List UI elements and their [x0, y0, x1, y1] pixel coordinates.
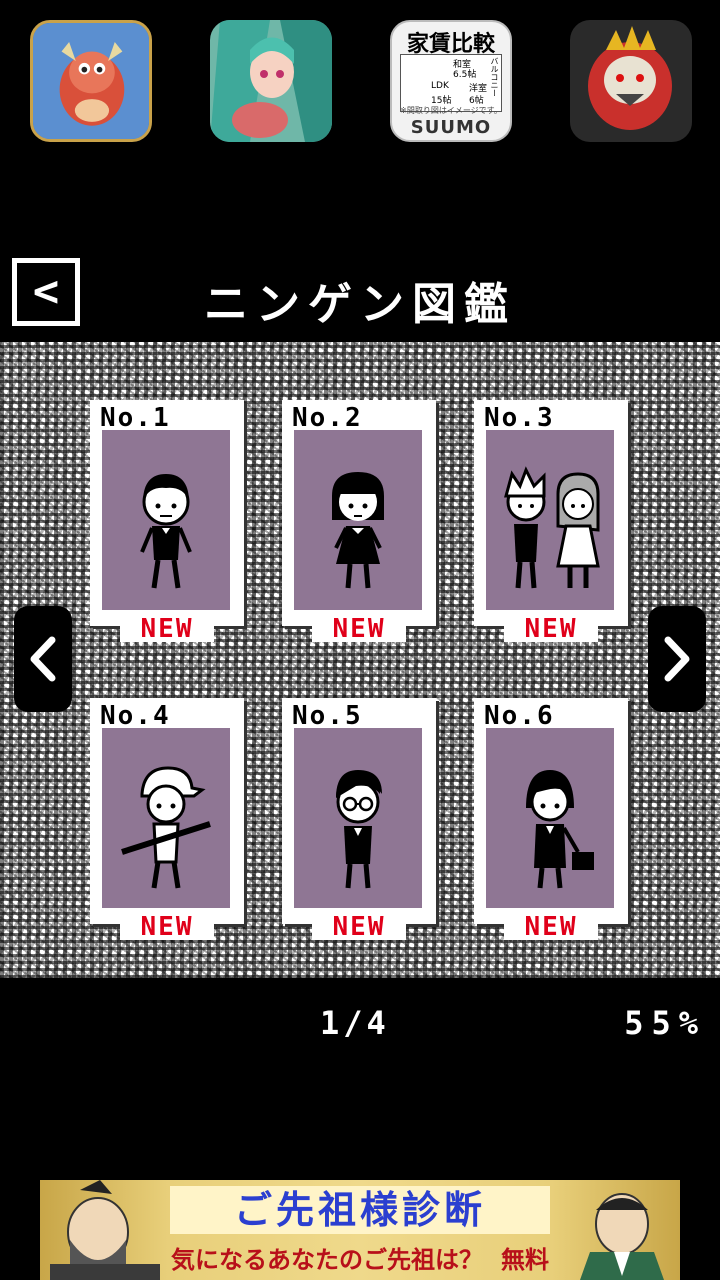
card-number: No.2 — [292, 403, 363, 433]
suumo-brand: SUUMO — [410, 117, 492, 138]
chevron-left-icon — [30, 636, 56, 682]
plan-label: バルコニー — [490, 57, 499, 97]
card-number: No.6 — [484, 701, 555, 731]
new-badge: NEW — [120, 914, 214, 940]
character-card-1[interactable]: No.1 NEW — [90, 400, 244, 642]
suumo-note: ※間取り図はイメージです。 — [400, 106, 502, 115]
encyclopedia-board: No.1 NEW No.2 NEW No.3 NEW No.4 NEW No.5… — [0, 342, 720, 978]
character-card-5[interactable]: No.5 NEW — [282, 698, 436, 940]
samurai-portrait-icon — [580, 1193, 664, 1280]
plan-label: LDK — [431, 81, 449, 91]
new-badge: NEW — [120, 616, 214, 642]
dragon-app-icon[interactable] — [30, 20, 152, 142]
anime-app-icon[interactable] — [210, 20, 332, 142]
ad-banner[interactable]: ご先祖様診断 気になるあなたのご先祖は？ 無料 — [40, 1180, 680, 1280]
card-number: No.5 — [292, 701, 363, 731]
card-number: No.1 — [100, 403, 171, 433]
banner-question: 気になるあなたのご先祖は？ — [171, 1246, 483, 1274]
card-number: No.4 — [100, 701, 171, 731]
anime-girl-icon — [210, 20, 332, 142]
baseball-player-icon — [102, 728, 230, 908]
new-badge: NEW — [504, 616, 598, 642]
prev-page-button[interactable] — [14, 606, 72, 712]
banner-title: ご先祖様診断 — [170, 1186, 550, 1234]
monster-app-icon[interactable] — [570, 20, 692, 142]
next-page-button[interactable] — [648, 606, 706, 712]
new-badge: NEW — [312, 616, 406, 642]
completion-percent: 55% — [624, 1004, 706, 1042]
boy-figure-icon — [102, 430, 230, 610]
new-badge: NEW — [312, 914, 406, 940]
dragon-icon — [33, 23, 149, 139]
plan-label: 6.5帖 — [453, 70, 477, 80]
chevron-right-icon — [664, 636, 690, 682]
suumo-app-icon[interactable]: 家賃比較 和室 6.5帖 LDK 15帖 洋室 6帖 バルコニー ※間取り図はイ… — [390, 20, 512, 142]
floor-plan-icon: 和室 6.5帖 LDK 15帖 洋室 6帖 バルコニー — [400, 54, 502, 112]
character-card-3[interactable]: No.3 NEW — [474, 400, 628, 642]
banner-free-label: 無料 — [501, 1246, 549, 1274]
monster-icon — [570, 20, 692, 142]
banner-subtitle: 気になるあなたのご先祖は？ 無料 — [130, 1240, 590, 1275]
page-title: ニンゲン図鑑 — [204, 279, 516, 330]
girl-figure-icon — [294, 430, 422, 610]
character-card-4[interactable]: No.4 NEW — [90, 698, 244, 940]
couple-figure-icon — [486, 430, 614, 610]
new-badge: NEW — [504, 914, 598, 940]
character-card-6[interactable]: No.6 NEW — [474, 698, 628, 940]
glasses-man-icon — [294, 728, 422, 908]
character-card-2[interactable]: No.2 NEW — [282, 400, 436, 642]
office-lady-icon — [486, 728, 614, 908]
card-number: No.3 — [484, 403, 555, 433]
page-indicator: 1/4 — [320, 1004, 390, 1042]
